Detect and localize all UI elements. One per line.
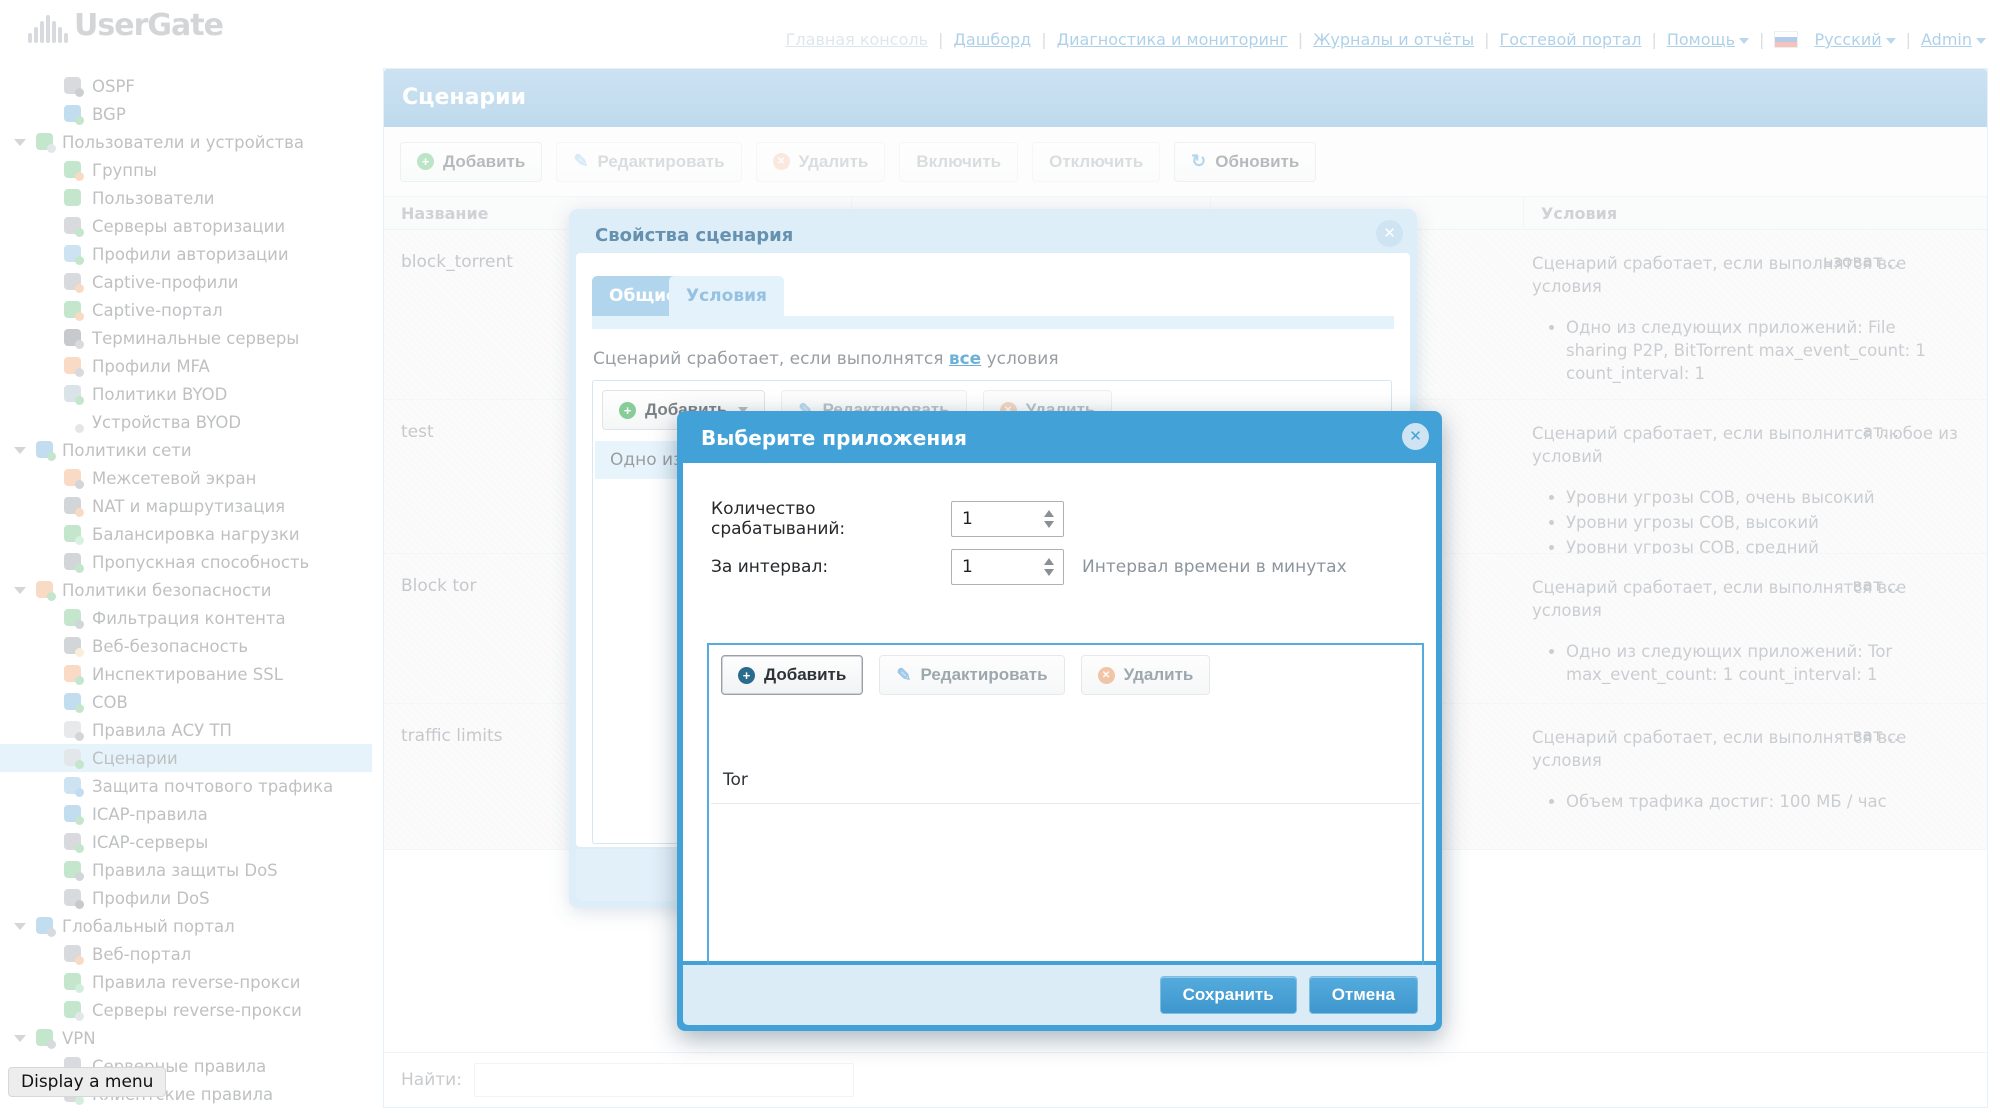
trigger-count-stepper[interactable]: 1 [951,501,1064,537]
delete-application-button[interactable]: ✕ Удалить [1081,655,1211,695]
add-application-button[interactable]: + Добавить [721,655,863,695]
dialog-body: Количество срабатываний: 1 За интервал: … [683,463,1436,961]
save-button[interactable]: Сохранить [1160,976,1297,1014]
edit-application-button[interactable]: ✎ Редактировать [879,655,1064,695]
cancel-button[interactable]: Отмена [1309,976,1418,1014]
applications-panel: +Добавить✎Редактировать✕Удалить Tor Созд… [707,643,1424,1003]
interval-label: За интервал: [711,557,951,577]
plus-icon: + [738,667,755,684]
stepper-up-icon[interactable] [1044,558,1054,565]
interval-note: Интервал времени в минутах [1082,557,1347,577]
interval-row: За интервал: 1 Интервал времени в минута… [711,549,1347,585]
applications-toolbar: + Добавить ✎ Редактировать ✕ Удалить [721,655,1210,695]
select-applications-dialog: Выберите приложения ✕ Количество срабаты… [677,411,1442,1031]
delete-cross-icon: ✕ [1098,667,1115,684]
add-application-button-label: Добавить [764,665,846,685]
dialog-title: Выберите приложения [701,426,967,450]
display-menu-tooltip: Display a menu [8,1067,166,1097]
trigger-count-label: Количество срабатываний: [711,499,951,539]
stepper-up-icon[interactable] [1044,510,1054,517]
interval-stepper[interactable]: 1 [951,549,1064,585]
trigger-count-row: Количество срабатываний: 1 [711,501,1064,537]
application-list-item[interactable]: Tor [723,770,748,790]
delete-application-button-label: Удалить [1124,665,1194,685]
edit-application-button-label: Редактировать [920,665,1047,685]
pencil-icon: ✎ [896,667,911,684]
stepper-down-icon[interactable] [1044,521,1054,528]
stepper-down-icon[interactable] [1044,569,1054,576]
list-separator [711,803,1420,804]
close-icon[interactable]: ✕ [1402,423,1429,450]
dialog-footer: Сохранить Отмена [683,965,1436,1025]
